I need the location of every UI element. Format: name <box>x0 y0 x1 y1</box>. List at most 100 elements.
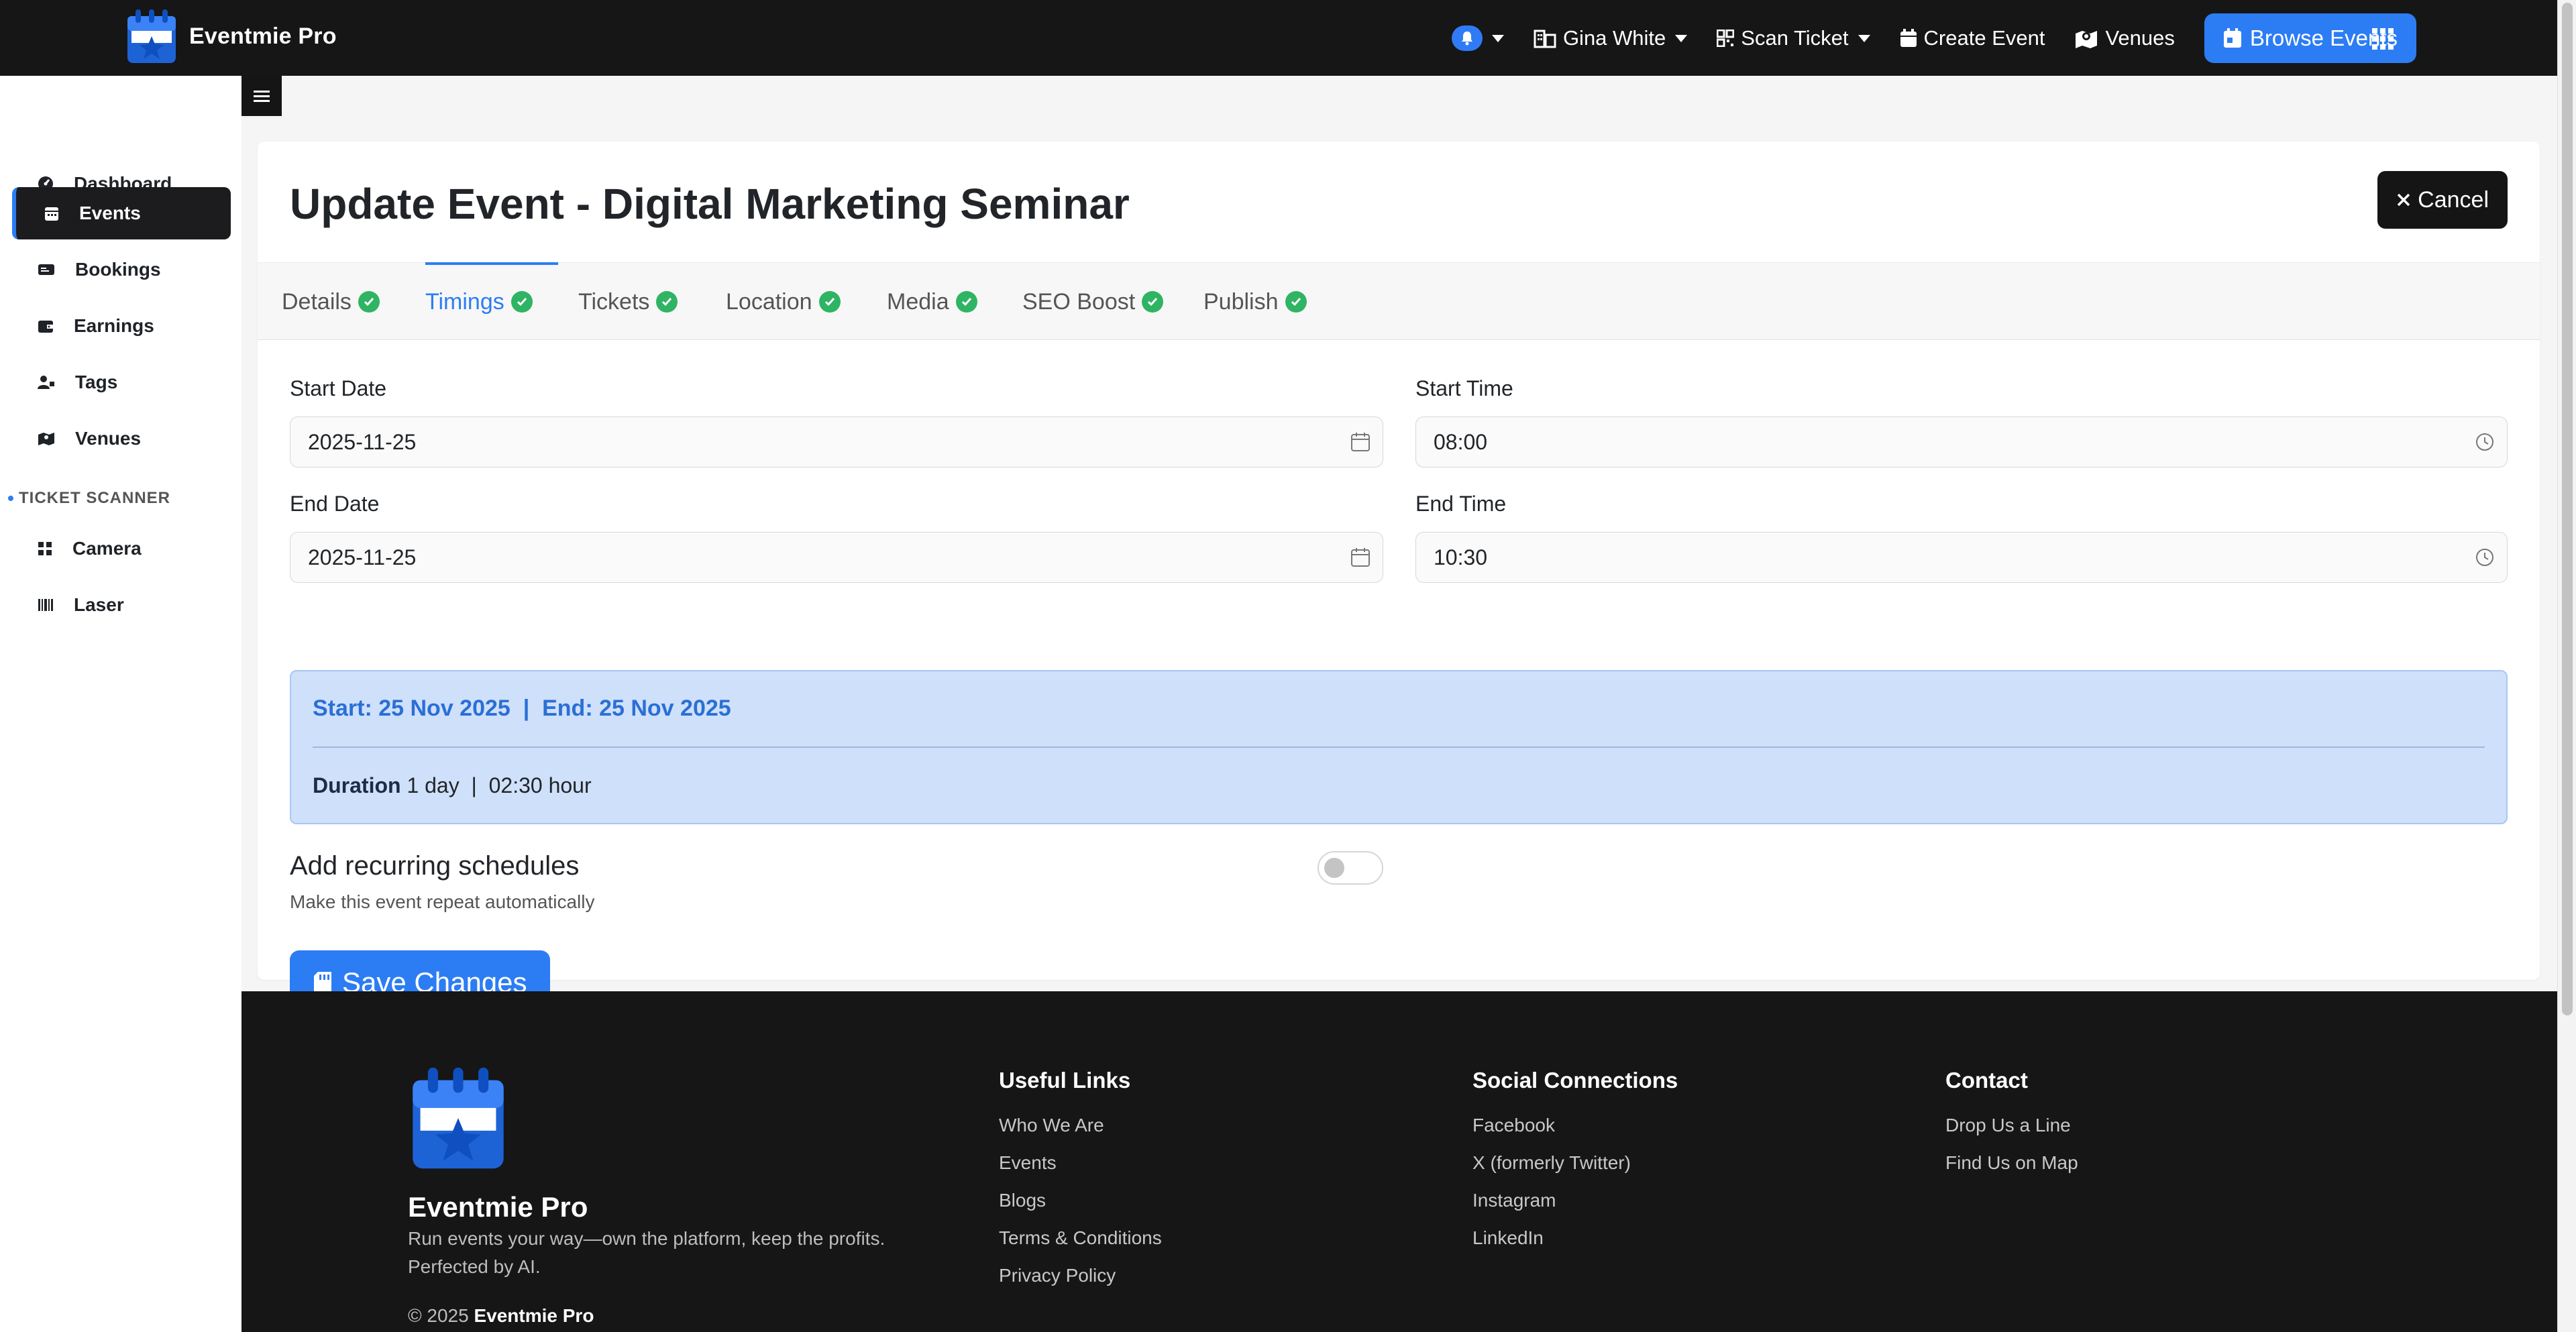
scan-ticket-dropdown[interactable]: Scan Ticket <box>1717 26 1870 50</box>
footer-link[interactable]: Terms & Conditions <box>999 1219 1162 1257</box>
sidebar-item-earnings[interactable]: Earnings <box>12 300 231 352</box>
calendar-icon[interactable] <box>1350 432 1371 452</box>
footer-link[interactable]: Events <box>999 1144 1162 1182</box>
check-circle-icon <box>818 291 841 313</box>
tab-label: Media <box>887 288 949 315</box>
footer-tagline: Run events your way—own the platform, ke… <box>408 1228 885 1277</box>
footer-link[interactable]: Drop Us a Line <box>1945 1107 2078 1144</box>
tab-label: Location <box>726 288 812 315</box>
sidebar-item-camera[interactable]: Camera <box>12 522 231 575</box>
end-time-input[interactable]: 10:30 <box>1415 532 2508 583</box>
footer-link[interactable]: X (formerly Twitter) <box>1472 1144 1678 1182</box>
section-dot-icon <box>8 496 13 501</box>
start-time-input[interactable]: 08:00 <box>1415 417 2508 467</box>
apps-grid-icon[interactable] <box>2372 28 2394 50</box>
sidebar: Dashboard Events Bookings Earnings Tags … <box>0 76 241 1332</box>
sidebar-toggle-button[interactable] <box>241 76 282 116</box>
building-icon <box>1534 30 1556 48</box>
footer-brand-name: Eventmie Pro <box>408 1191 588 1223</box>
calendar-icon[interactable] <box>1350 547 1371 567</box>
tab-timings[interactable]: Timings <box>425 262 558 341</box>
barcode-icon <box>38 599 53 611</box>
tab-label: SEO Boost <box>1022 288 1136 315</box>
page-scrollbar[interactable] <box>2557 0 2576 1332</box>
cancel-button[interactable]: Cancel <box>2377 171 2508 229</box>
user-tag-icon <box>38 376 54 389</box>
check-circle-icon <box>511 291 533 313</box>
footer-link[interactable]: Who We Are <box>999 1107 1162 1144</box>
start-time-label: Start Time <box>1415 376 1513 400</box>
scrollbar-thumb[interactable] <box>2562 3 2573 1015</box>
footer-link[interactable]: LinkedIn <box>1472 1219 1678 1257</box>
start-date-input[interactable]: 2025-11-25 <box>290 417 1383 467</box>
sidebar-item-label: Tags <box>75 372 118 392</box>
duration-label: Duration <box>313 773 401 797</box>
calendar-icon <box>45 207 58 221</box>
footer-link[interactable]: Find Us on Map <box>1945 1144 2078 1182</box>
calendar-plus-icon <box>1900 29 1917 47</box>
sidebar-item-bookings[interactable]: Bookings <box>12 243 231 296</box>
tab-location[interactable]: Location <box>726 263 841 341</box>
tab-label: Tickets <box>578 288 650 315</box>
create-event-link[interactable]: Create Event <box>1900 26 2045 50</box>
menu-icon <box>254 91 270 102</box>
timing-summary-alert: Start: 25 Nov 2025 | End: 25 Nov 2025 Du… <box>290 670 2508 824</box>
duration-value: 1 day | 02:30 hour <box>400 773 592 797</box>
footer-link[interactable]: Instagram <box>1472 1182 1678 1219</box>
end-date-input[interactable]: 2025-11-25 <box>290 532 1383 583</box>
sidebar-item-laser[interactable]: Laser <box>12 579 231 631</box>
chevron-down-icon <box>1675 34 1688 42</box>
tab-label: Details <box>282 288 352 315</box>
footer-link[interactable]: Privacy Policy <box>999 1257 1162 1294</box>
start-date-value: 2025-11-25 <box>308 429 417 454</box>
sidebar-item-tags[interactable]: Tags <box>12 356 231 408</box>
tab-seo-boost[interactable]: SEO Boost <box>1022 263 1164 341</box>
recurring-subtitle: Make this event repeat automatically <box>290 891 595 912</box>
footer-copyright: © 2025 Eventmie Pro <box>408 1305 594 1327</box>
clock-icon[interactable] <box>2475 547 2495 567</box>
section-title: TICKET SCANNER <box>19 489 171 507</box>
toggle-knob <box>1324 858 1344 878</box>
footer-link[interactable]: Blogs <box>999 1182 1162 1219</box>
clock-icon[interactable] <box>2475 432 2495 452</box>
check-circle-icon <box>1285 291 1307 313</box>
venues-link[interactable]: Venues <box>2074 26 2175 50</box>
tab-media[interactable]: Media <box>887 263 977 341</box>
summary-divider <box>313 746 2485 748</box>
footer-link[interactable]: Facebook <box>1472 1107 1678 1144</box>
sidebar-item-label: Bookings <box>75 259 161 280</box>
brand-logo-icon <box>127 9 176 63</box>
start-date-label: Start Date <box>290 376 387 400</box>
sidebar-item-label: Events <box>79 203 141 223</box>
tab-publish[interactable]: Publish <box>1203 263 1307 341</box>
tab-tickets[interactable]: Tickets <box>578 263 678 341</box>
tab-label: Timings <box>425 288 504 315</box>
close-icon <box>2397 193 2410 207</box>
check-circle-icon <box>955 291 977 313</box>
summary-dates: Start: 25 Nov 2025 | End: 25 Nov 2025 <box>313 696 731 721</box>
map-icon <box>2076 31 2098 48</box>
brand-name: Eventmie Pro <box>189 23 337 49</box>
event-form-tabs: Details Timings Tickets Location Media S… <box>258 262 2540 340</box>
sidebar-item-label: Earnings <box>74 315 154 336</box>
notifications-dropdown[interactable] <box>1451 25 1504 51</box>
footer-social-connections: Social Connections Facebook X (formerly … <box>1472 1068 1678 1257</box>
copyright-brand: Eventmie Pro <box>474 1305 594 1326</box>
user-menu-dropdown[interactable]: Gina White <box>1534 26 1688 50</box>
summary-duration: Duration 1 day | 02:30 hour <box>313 773 592 798</box>
sidebar-item-label: Laser <box>74 594 124 615</box>
chevron-down-icon <box>1491 34 1504 42</box>
check-circle-icon <box>656 291 678 313</box>
sidebar-item-venues[interactable]: Venues <box>12 412 231 465</box>
brand-link[interactable]: Eventmie Pro <box>126 8 337 64</box>
main-content: Update Event - Digital Marketing Seminar… <box>241 76 2557 1015</box>
bell-icon <box>1451 25 1483 51</box>
sidebar-item-label: Venues <box>75 428 142 449</box>
create-event-label: Create Event <box>1923 26 2045 50</box>
recurring-toggle[interactable] <box>1318 851 1383 885</box>
calendar-icon <box>2223 28 2241 48</box>
wallet-icon <box>38 321 53 333</box>
tab-details[interactable]: Details <box>282 263 380 341</box>
sidebar-item-events[interactable]: Events <box>12 187 231 239</box>
top-nav-menu: Gina White Scan Ticket Create Event Venu… <box>1451 13 2416 63</box>
